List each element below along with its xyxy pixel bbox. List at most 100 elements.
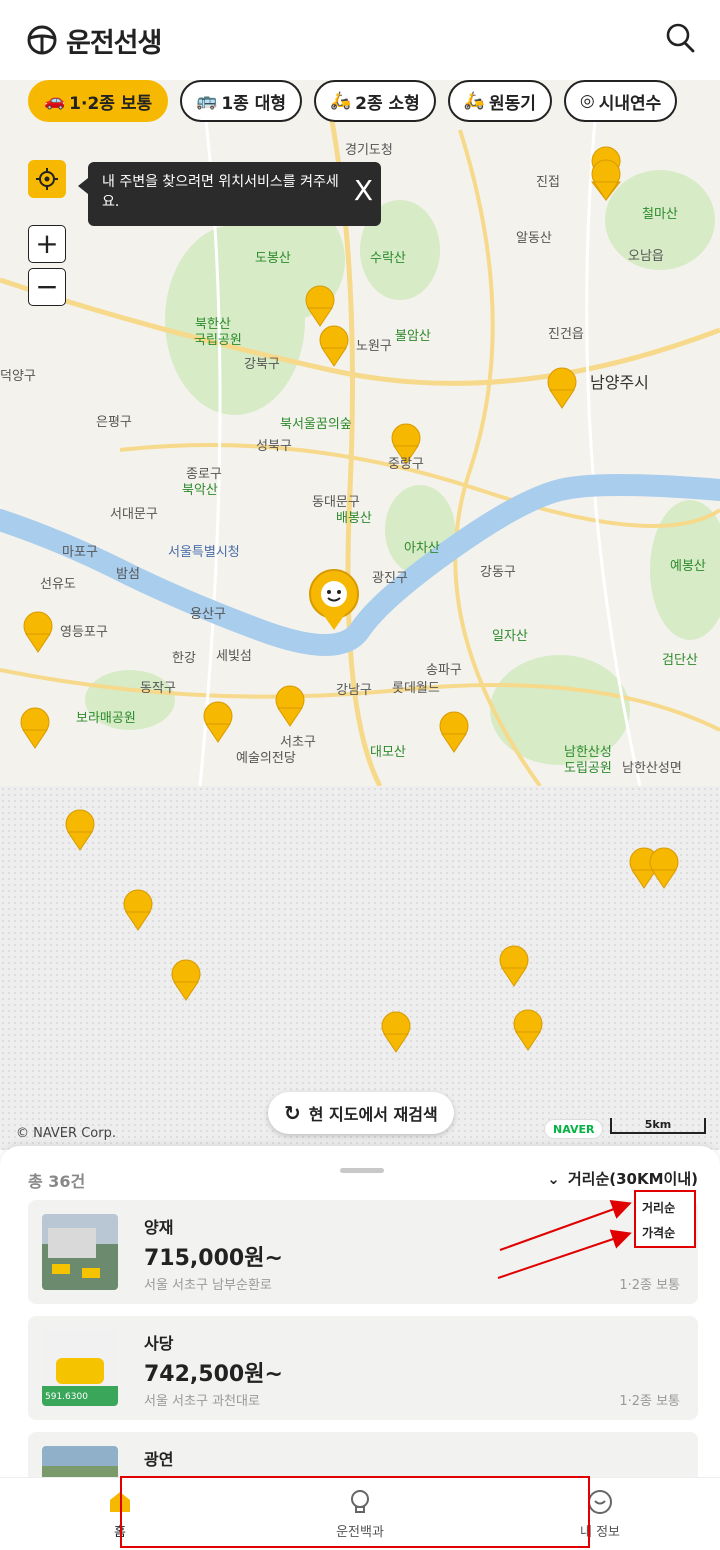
user-location-marker xyxy=(309,569,359,630)
svg-text:서초구: 서초구 xyxy=(280,735,316,750)
svg-text:한강: 한강 xyxy=(172,651,196,666)
car-icon: 🚗 xyxy=(44,91,66,111)
sort-option-distance[interactable]: 거리순 xyxy=(642,1196,688,1221)
svg-text:북악산: 북악산 xyxy=(182,483,218,498)
svg-text:광진구: 광진구 xyxy=(372,571,408,586)
map-scale-bar: 5km xyxy=(610,1118,706,1134)
tab-driving-encyclopedia[interactable]: 운전백과 xyxy=(240,1478,480,1550)
plus-icon: + xyxy=(35,227,59,260)
sort-dropdown[interactable]: ⌄ 거리순(30KM이내) xyxy=(547,1168,698,1189)
svg-text:마포구: 마포구 xyxy=(62,545,98,560)
svg-text:밤섬: 밤섬 xyxy=(116,567,140,582)
school-name: 광연 xyxy=(144,1450,174,1469)
license-filter-chips: 🚗 1·2종 보통 🚌 1종 대형 🛵 2종 소형 🛵 원동기 ◎ 시내연수 xyxy=(28,80,678,122)
filter-chip-moped[interactable]: 🛵 원동기 xyxy=(447,80,552,122)
filter-chip-large[interactable]: 🚌 1종 대형 xyxy=(180,80,302,122)
svg-text:성북구: 성북구 xyxy=(256,439,292,454)
research-map-button[interactable]: ↻ 현 지도에서 재검색 xyxy=(268,1092,454,1134)
svg-text:강북구: 강북구 xyxy=(244,357,280,372)
app-screen: 운전선생 경기도청 진접 철마산 알동산 오남읍 도봉산 수락산 북한산 국립공… xyxy=(0,0,720,1550)
svg-text:남양주시: 남양주시 xyxy=(590,373,649,392)
tooltip-text: 내 주변을 찾으려면 위치서비스를 켜주세요. xyxy=(102,174,339,210)
svg-text:은평구: 은평구 xyxy=(96,415,132,430)
my-location-button[interactable] xyxy=(28,160,66,198)
svg-text:검단산: 검단산 xyxy=(662,653,698,668)
school-price: 715,000원~ xyxy=(144,1246,283,1271)
home-icon xyxy=(110,1491,130,1512)
svg-text:북서울꿈의숲: 북서울꿈의숲 xyxy=(280,417,352,432)
sort-options-menu: 거리순 가격순 xyxy=(634,1190,696,1248)
svg-text:불암산: 불암산 xyxy=(395,329,431,344)
svg-text:진접: 진접 xyxy=(536,175,560,190)
filter-chip-city-training[interactable]: ◎ 시내연수 xyxy=(563,80,678,122)
svg-text:선유도: 선유도 xyxy=(40,577,76,592)
svg-text:국립공원: 국립공원 xyxy=(194,333,242,348)
tab-my-info[interactable]: 내 정보 xyxy=(480,1478,720,1550)
chevron-down-icon: ⌄ xyxy=(547,1169,560,1188)
svg-text:배봉산: 배봉산 xyxy=(336,511,372,526)
map-view[interactable]: 경기도청 진접 철마산 알동산 오남읍 도봉산 수락산 북한산 국립공원 노원구… xyxy=(0,70,720,1150)
school-address: 서울 서초구 과천대로 xyxy=(144,1394,260,1409)
svg-text:남한산성: 남한산성 xyxy=(564,745,612,760)
location-service-tooltip: 내 주변을 찾으려면 위치서비스를 켜주세요. X xyxy=(78,162,381,226)
svg-text:종로구: 종로구 xyxy=(186,467,222,482)
zoom-out-button[interactable]: − xyxy=(28,268,66,306)
brand[interactable]: 운전선생 xyxy=(26,21,162,60)
sort-label: 거리순(30KM이내) xyxy=(567,1170,698,1188)
school-address: 서울 서초구 남부순환로 xyxy=(144,1278,272,1293)
svg-text:진건읍: 진건읍 xyxy=(548,327,584,342)
filter-chip-small[interactable]: 🛵 2종 소형 xyxy=(313,80,436,122)
search-icon[interactable] xyxy=(662,20,698,56)
tab-home[interactable]: 홈 xyxy=(0,1478,240,1550)
tooltip-close-button[interactable]: X xyxy=(354,176,373,206)
svg-text:알동산: 알동산 xyxy=(516,231,552,246)
app-header: 운전선생 xyxy=(0,0,720,80)
svg-text:남한산성면: 남한산성면 xyxy=(622,761,682,776)
school-license-type: 1·2종 보통 xyxy=(619,1278,680,1293)
school-license-type: 1·2종 보통 xyxy=(619,1394,680,1409)
svg-text:북한산: 북한산 xyxy=(195,317,231,332)
svg-text:덕양구: 덕양구 xyxy=(0,369,36,384)
refresh-icon: ↻ xyxy=(284,1101,301,1125)
steering-wheel-icon xyxy=(27,25,57,55)
school-name: 양재 xyxy=(144,1218,174,1237)
svg-text:아차산: 아차산 xyxy=(404,541,440,556)
svg-text:예술의전당: 예술의전당 xyxy=(236,751,296,766)
bottom-tab-bar: 홈 운전백과 내 정보 xyxy=(0,1477,720,1550)
zoom-in-button[interactable]: + xyxy=(28,225,66,263)
svg-text:예봉산: 예봉산 xyxy=(670,559,706,574)
svg-text:강동구: 강동구 xyxy=(480,565,516,580)
svg-text:오남읍: 오남읍 xyxy=(628,249,664,264)
svg-text:경기도청: 경기도청 xyxy=(345,143,393,158)
school-card-sadang[interactable]: 591.6300 사당 742,500원~ 서울 서초구 과천대로 1·2종 보… xyxy=(28,1316,698,1420)
svg-text:동대문구: 동대문구 xyxy=(312,495,360,510)
result-count: 총 36건 xyxy=(28,1172,86,1191)
svg-text:일자산: 일자산 xyxy=(492,629,528,644)
naver-logo: NAVER xyxy=(544,1119,604,1139)
svg-text:도립공원: 도립공원 xyxy=(564,761,612,776)
scooter-icon: 🛵 xyxy=(463,91,485,111)
school-thumbnail: 591.6300 xyxy=(42,1330,118,1406)
app-title: 운전선생 xyxy=(66,27,162,59)
svg-text:세빛섬: 세빛섬 xyxy=(216,649,252,664)
minus-icon: − xyxy=(35,270,59,303)
steering-icon: ◎ xyxy=(579,91,595,111)
svg-text:서울특별시청: 서울특별시청 xyxy=(168,545,240,560)
svg-text:롯데월드: 롯데월드 xyxy=(392,681,440,696)
svg-text:동작구: 동작구 xyxy=(140,681,176,696)
school-thumbnail xyxy=(42,1214,118,1290)
sheet-drag-handle[interactable] xyxy=(340,1168,384,1173)
svg-text:강남구: 강남구 xyxy=(336,683,372,698)
svg-text:노원구: 노원구 xyxy=(356,339,392,354)
sort-option-price[interactable]: 가격순 xyxy=(642,1221,688,1246)
crosshair-icon xyxy=(36,168,58,190)
svg-text:서대문구: 서대문구 xyxy=(110,507,158,522)
svg-text:송파구: 송파구 xyxy=(426,663,462,678)
map-copyright: © NAVER Corp. xyxy=(16,1126,116,1141)
filter-chip-type1-type2[interactable]: 🚗 1·2종 보통 xyxy=(28,80,169,122)
svg-text:영등포구: 영등포구 xyxy=(60,625,108,640)
school-price: 742,500원~ xyxy=(144,1362,283,1387)
school-card-yangjae[interactable]: 양재 715,000원~ 서울 서초구 남부순환로 1·2종 보통 xyxy=(28,1200,698,1304)
bus-icon: 🚌 xyxy=(196,91,218,111)
lightbulb-icon xyxy=(351,1489,369,1513)
